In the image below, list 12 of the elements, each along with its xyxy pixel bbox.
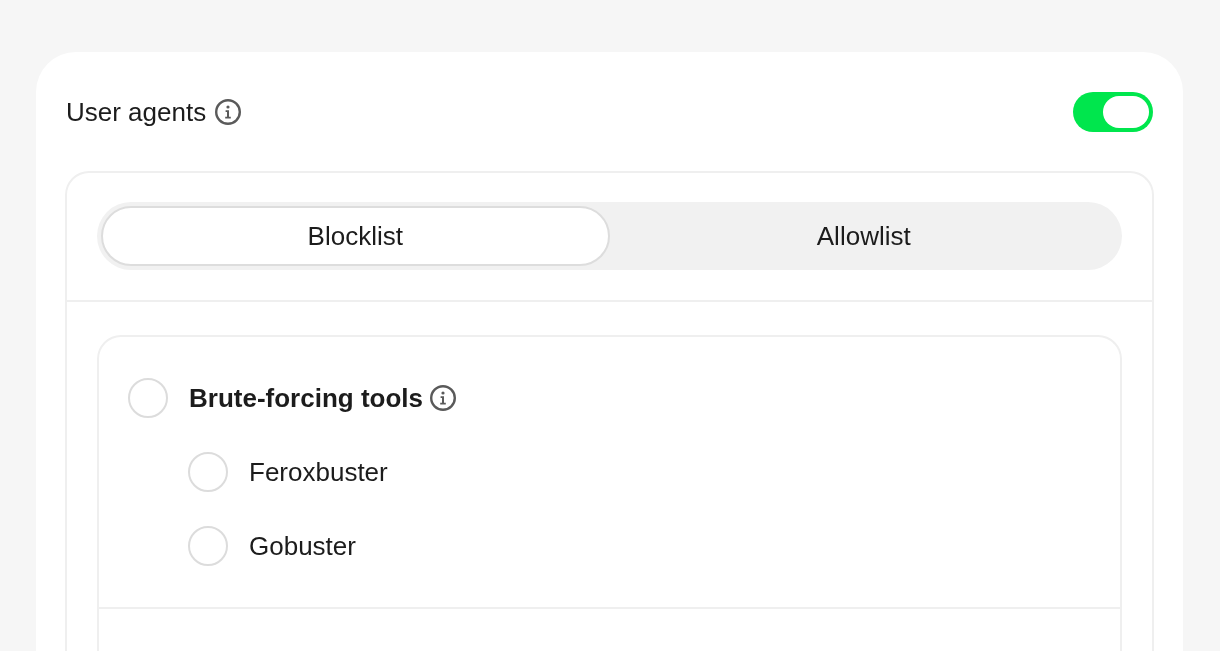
tab[interactable]: Blocklist <box>101 206 610 266</box>
agent-label: Feroxbuster <box>249 456 388 488</box>
radio-button[interactable] <box>188 452 228 492</box>
section-title: User agents <box>66 96 207 128</box>
info-icon[interactable] <box>215 99 242 125</box>
agent-label: Gobuster <box>249 530 356 562</box>
tab[interactable]: Allowlist <box>609 206 1118 266</box>
group-label: Brute-forcing tools <box>189 382 423 414</box>
toggle-switch[interactable] <box>1073 92 1153 132</box>
info-icon[interactable] <box>430 385 456 411</box>
radio-button[interactable] <box>188 526 228 566</box>
radio-button[interactable] <box>128 378 168 418</box>
